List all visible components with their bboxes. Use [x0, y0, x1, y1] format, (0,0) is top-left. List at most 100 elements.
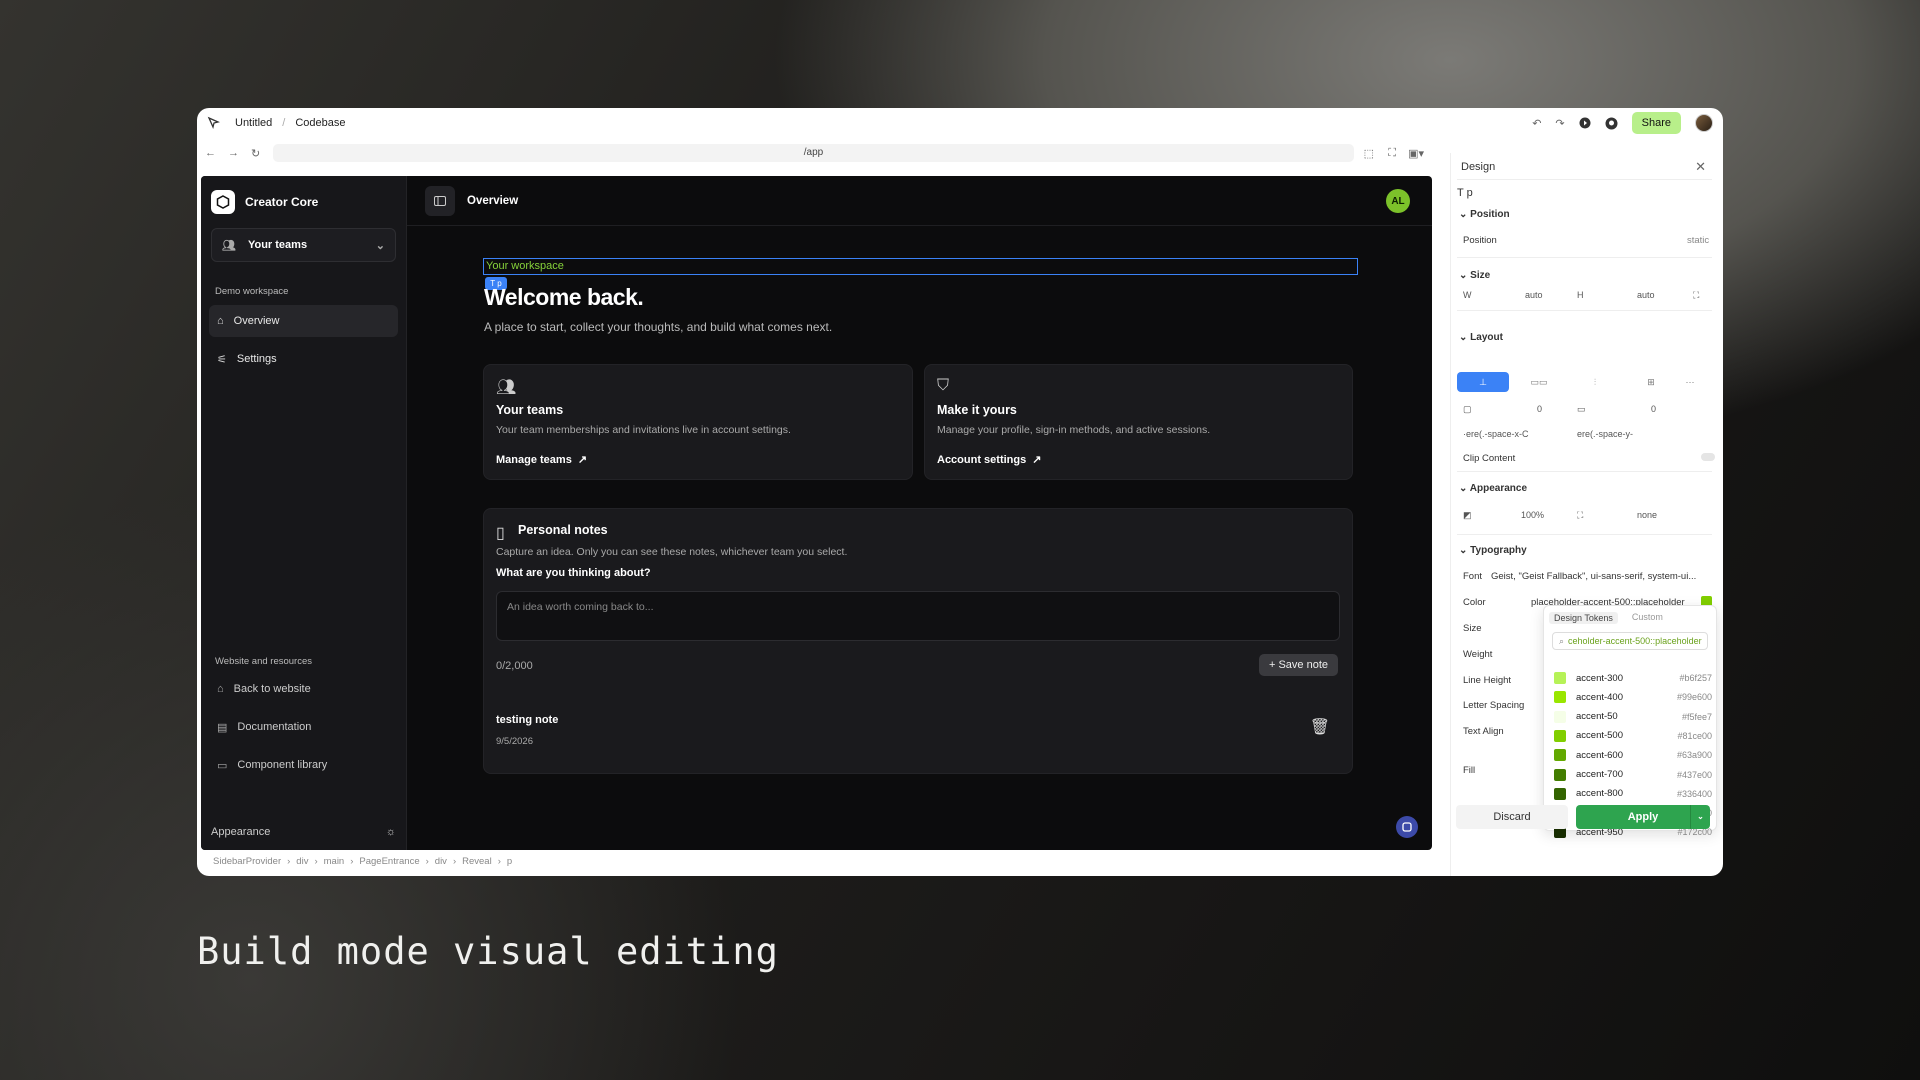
sidebar-toggle-icon[interactable]: [425, 185, 455, 216]
project-name[interactable]: Untitled: [235, 117, 272, 129]
token-search-input[interactable]: ⌕ ceholder-accent-500::placeholder: [1552, 632, 1708, 650]
padding-y-input[interactable]: 0: [1651, 400, 1656, 418]
sidebar: Creator Core 👥︎ Your teams ⌄ Demo worksp…: [201, 176, 407, 850]
size-section-label[interactable]: ⌄ Size: [1459, 270, 1490, 281]
top-bar: Untitled / Codebase ↶ ↷ Share: [197, 108, 1723, 138]
breadcrumb-item[interactable]: PageEntrance: [359, 856, 419, 867]
page-name[interactable]: Codebase: [295, 117, 345, 129]
swatch-accent-50[interactable]: accent-50 #f5fee7: [1554, 710, 1712, 723]
appearance-toggle[interactable]: Appearance ☼: [211, 826, 396, 838]
trash-icon[interactable]: 🗑︎: [1310, 717, 1330, 737]
swatch-color: [1554, 749, 1566, 762]
note-textarea[interactable]: An idea worth coming back to...: [496, 591, 1340, 641]
url-bar: ← → ↻ /app ⬚ ⛶ ▣▾: [197, 138, 1434, 168]
clip-content-toggle[interactable]: [1701, 453, 1715, 461]
sidebar-item-component-library[interactable]: ▭ Component library: [209, 749, 398, 781]
swatch-accent-800[interactable]: accent-800 #336400: [1554, 787, 1712, 800]
layout-grid-icon[interactable]: ⊞: [1625, 372, 1677, 392]
note-title: testing note: [496, 714, 559, 726]
padding-x-input[interactable]: 0: [1537, 400, 1542, 418]
layout-section-label[interactable]: ⌄ Layout: [1459, 332, 1503, 343]
color-label: Color: [1463, 597, 1486, 608]
tab-design-tokens[interactable]: Design Tokens: [1549, 612, 1618, 624]
redo-icon[interactable]: ↷: [1555, 117, 1564, 130]
avatar[interactable]: AL: [1386, 189, 1410, 213]
layout-block-icon[interactable]: ⊥: [1457, 372, 1509, 392]
opacity-input[interactable]: 100%: [1521, 506, 1544, 524]
share-button[interactable]: Share: [1631, 112, 1681, 134]
account-settings-link[interactable]: Account settings ↗: [937, 453, 1041, 467]
swatch-accent-700[interactable]: accent-700 #437e00: [1554, 768, 1712, 781]
sidebar-item-label: Documentation: [237, 721, 312, 733]
sidebar-item-documentation[interactable]: ▤ Documentation: [209, 711, 398, 743]
welcome-subtitle: A place to start, collect your thoughts,…: [484, 320, 833, 334]
sidebar-item-back-to-website[interactable]: ⌂ Back to website: [209, 673, 398, 705]
reload-icon[interactable]: ↻: [251, 147, 260, 160]
cursor-icon[interactable]: [207, 116, 221, 130]
height-input[interactable]: auto: [1637, 286, 1655, 304]
device-select-icon[interactable]: ▣▾: [1408, 147, 1424, 160]
expand-icon[interactable]: ⛶: [1693, 286, 1699, 304]
back-arrow-icon[interactable]: ←: [205, 147, 216, 159]
library-icon: ▭: [217, 759, 228, 772]
width-input[interactable]: auto: [1525, 286, 1543, 304]
position-section-label[interactable]: ⌄ Position: [1459, 209, 1510, 220]
apply-button[interactable]: Apply ⌄: [1576, 805, 1710, 829]
breadcrumb-item[interactable]: main: [324, 856, 345, 867]
play-icon[interactable]: [1579, 117, 1591, 129]
opacity-icon: ◩: [1463, 509, 1472, 520]
typography-section-label[interactable]: ⌄ Typography: [1459, 545, 1527, 556]
swatch-accent-300[interactable]: accent-300 #b6f257: [1554, 672, 1712, 684]
gap-y-input[interactable]: ere(.-space-y-: [1577, 425, 1677, 443]
swatch-name: accent-500: [1576, 730, 1624, 742]
layout-flex-row-icon[interactable]: ▭▭: [1513, 372, 1565, 392]
swatch-hex: #63a900: [1676, 750, 1712, 761]
breadcrumb-item[interactable]: div: [435, 856, 447, 867]
manage-teams-link[interactable]: Manage teams ↗: [496, 453, 587, 467]
breadcrumb-item[interactable]: SidebarProvider: [213, 856, 281, 867]
url-input[interactable]: /app: [273, 144, 1354, 162]
notes-description: Capture an idea. Only you can see these …: [496, 546, 848, 558]
undo-icon[interactable]: ↶: [1532, 117, 1541, 130]
more-options-icon[interactable]: ···: [1675, 372, 1705, 392]
inspect-icon[interactable]: ⬚: [1364, 147, 1374, 160]
radius-input[interactable]: none: [1637, 506, 1657, 524]
appearance-section-label[interactable]: ⌄ Appearance: [1459, 483, 1527, 494]
font-select[interactable]: Geist, "Geist Fallback", ui-sans-serif, …: [1491, 571, 1711, 582]
gap-x-input[interactable]: ·ere(.-space-x-C: [1463, 425, 1563, 443]
swatch-accent-500[interactable]: accent-500 #81ce00: [1554, 729, 1712, 742]
card-description: Your team memberships and invitations li…: [496, 424, 791, 436]
assistant-icon[interactable]: [1396, 816, 1418, 838]
swatch-color: [1554, 710, 1566, 723]
forward-arrow-icon[interactable]: →: [228, 147, 239, 159]
breadcrumb-item[interactable]: div: [296, 856, 308, 867]
sidebar-item-overview[interactable]: ⌂ Overview: [209, 305, 398, 337]
fit-screen-icon[interactable]: ⛶: [1388, 147, 1396, 160]
design-panel-title: Design: [1461, 161, 1496, 173]
chevron-down-icon[interactable]: ⌄: [1690, 805, 1710, 829]
weight-label: Weight: [1463, 649, 1493, 660]
swatch-accent-400[interactable]: accent-400 #99e600: [1554, 691, 1712, 704]
breadcrumb-item[interactable]: p: [507, 856, 512, 867]
color-token-dropdown: Design Tokens Custom ⌕ ceholder-accent-50…: [1543, 605, 1717, 839]
element-breadcrumb: SidebarProvider › div › main › PageEntrance…: [213, 856, 513, 867]
crumb-separator: /: [282, 117, 286, 129]
swatch-accent-600[interactable]: accent-600 #63a900: [1554, 749, 1712, 762]
breadcrumb-item[interactable]: Reveal: [462, 856, 492, 867]
shield-icon: ⛉: [937, 377, 950, 394]
save-note-button[interactable]: + Save note: [1258, 654, 1338, 676]
user-avatar[interactable]: [1695, 114, 1713, 132]
size-label: Size: [1463, 623, 1482, 634]
swatch-name: accent-300: [1576, 672, 1624, 684]
brand-logo-icon: [211, 190, 235, 214]
sidebar-item-settings[interactable]: ⚟ Settings: [209, 343, 398, 375]
close-icon[interactable]: ✕: [1695, 159, 1706, 175]
selected-element-kicker[interactable]: Your workspace: [483, 258, 1358, 275]
text-align-label: Text Align: [1463, 726, 1504, 737]
discard-button[interactable]: Discard: [1456, 805, 1568, 829]
position-select[interactable]: static: [1687, 235, 1709, 246]
github-icon[interactable]: [1605, 117, 1618, 130]
team-selector[interactable]: 👥︎ Your teams ⌄: [211, 228, 396, 262]
layout-flex-col-icon[interactable]: ⫶: [1569, 372, 1621, 392]
tab-custom[interactable]: Custom: [1632, 612, 1663, 624]
